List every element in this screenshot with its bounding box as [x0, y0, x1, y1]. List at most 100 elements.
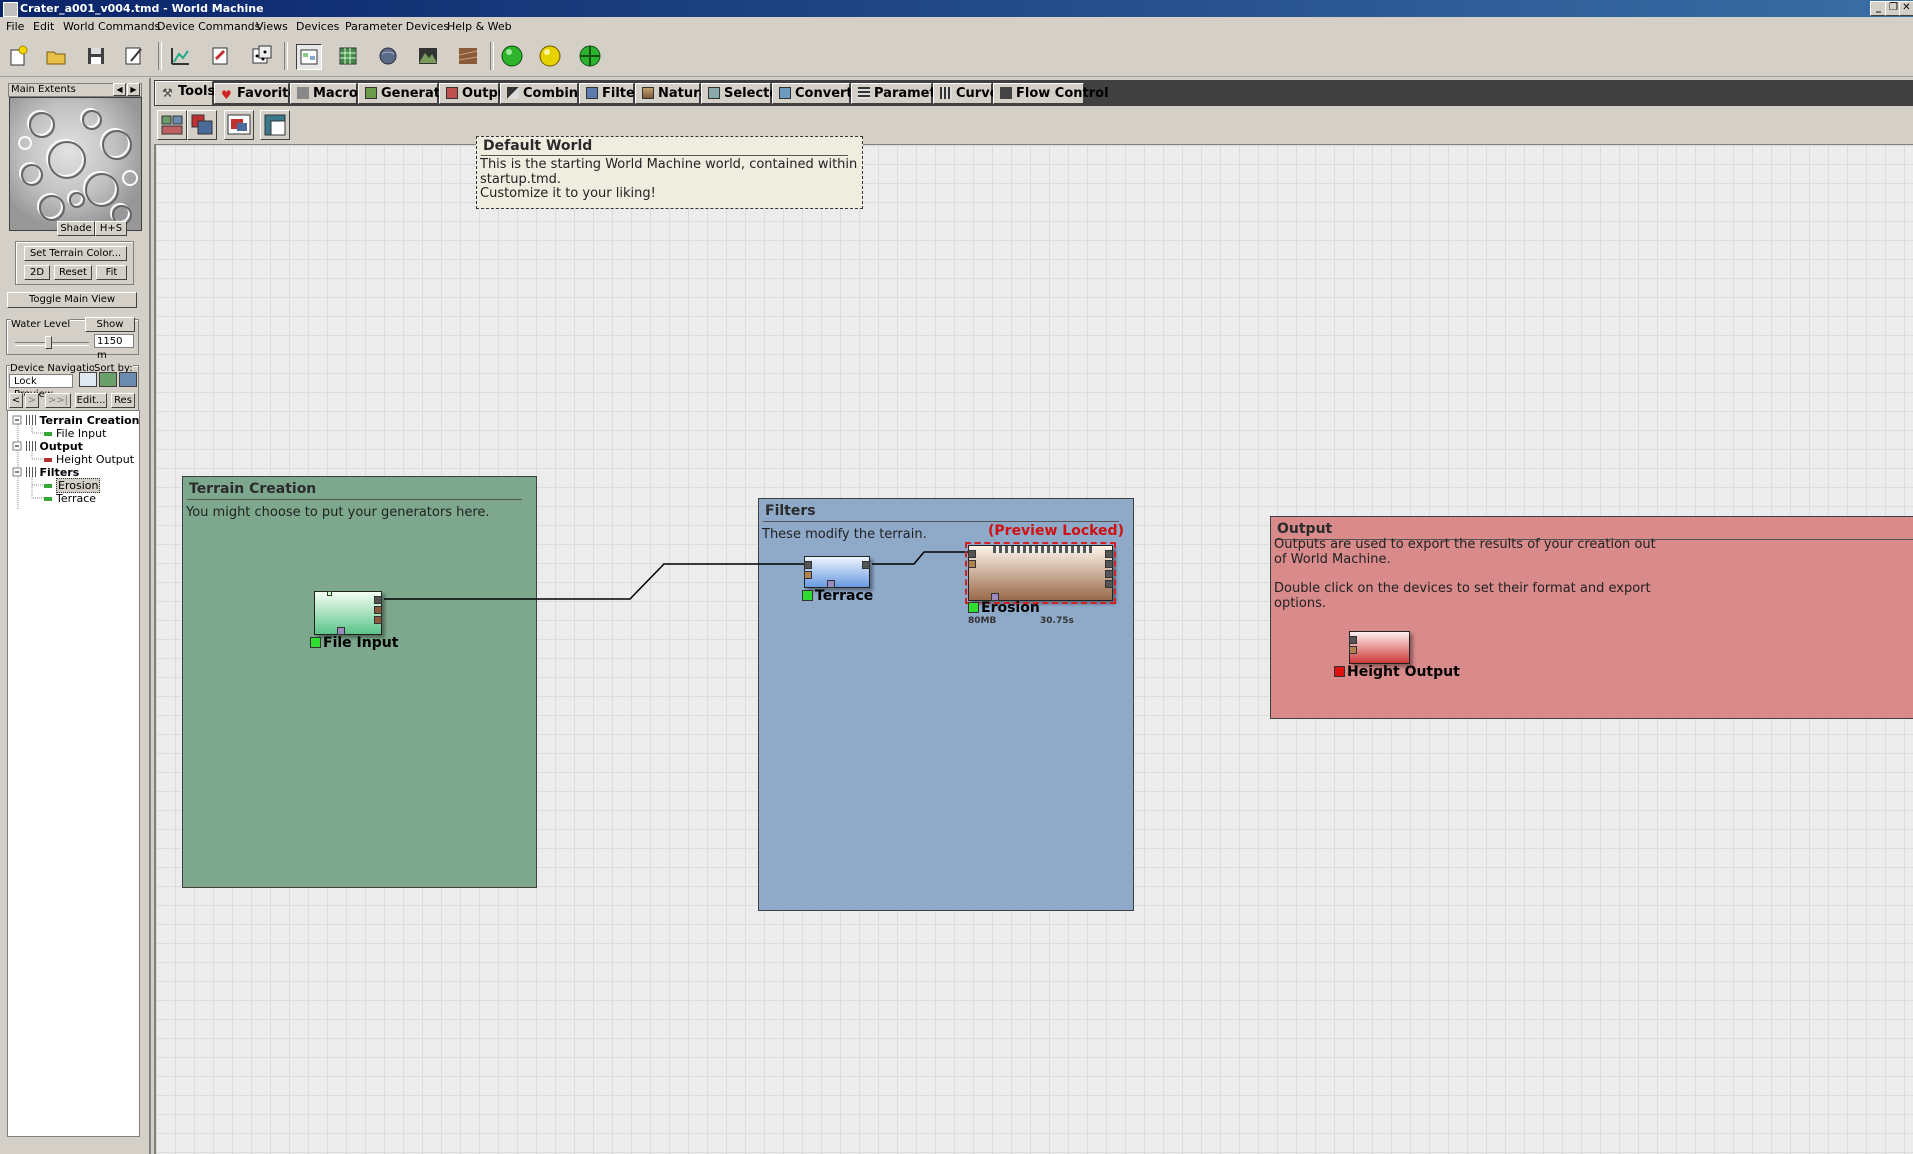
input-port[interactable] [804, 561, 812, 569]
input-port[interactable] [804, 571, 812, 579]
tree-item-erosion[interactable]: Erosion [44, 478, 101, 493]
wire-file-input-to-terrace[interactable] [384, 563, 812, 600]
parameter-port[interactable] [827, 580, 835, 588]
parameter-port[interactable] [337, 627, 345, 635]
sort-group-icon[interactable] [119, 372, 137, 387]
new-file-icon[interactable] [6, 44, 30, 68]
output-port[interactable] [374, 616, 382, 624]
water-level-group: Water Level Show 1150 m [6, 317, 139, 361]
graph-icon[interactable] [168, 44, 192, 68]
toggle-main-view-button[interactable]: Toggle Main View [7, 292, 137, 308]
edit-icon[interactable] [208, 44, 232, 68]
tree-item-file-input[interactable]: File Input [44, 427, 106, 440]
input-port[interactable] [968, 550, 976, 558]
menu-edit[interactable]: Edit [33, 20, 54, 33]
nav-prev-button[interactable]: < [9, 393, 23, 408]
erosion-label: Erosion [968, 600, 1040, 616]
menu-device-commands[interactable]: Device Commands [157, 20, 260, 33]
output-port[interactable] [1105, 560, 1113, 568]
water-level-slider-thumb[interactable] [45, 336, 53, 349]
menu-parameter-devices[interactable]: Parameter Devices [345, 20, 449, 33]
output-port[interactable] [374, 606, 382, 614]
tree-item-height-output[interactable]: Height Output [44, 453, 134, 466]
shade-button[interactable]: Shade [57, 221, 95, 236]
preview-next-button[interactable]: ▶ [127, 83, 140, 96]
height-output-device[interactable] [1349, 631, 1410, 664]
hs-button[interactable]: H+S [95, 221, 127, 236]
terrain-preview-image[interactable] [9, 97, 142, 231]
input-port[interactable] [1349, 646, 1357, 654]
view-2d-button[interactable]: 2D [24, 265, 50, 280]
tab-flow-control[interactable]: Flow Control [993, 83, 1109, 104]
preview-prev-button[interactable]: ◀ [113, 83, 126, 96]
tab-macros[interactable]: Macros [290, 83, 366, 104]
tab-natural[interactable]: Natural [635, 83, 713, 104]
group-icon [26, 415, 36, 425]
output-port[interactable] [862, 561, 870, 569]
tab-parameter[interactable]: Parameter [851, 83, 951, 104]
tab-output[interactable]: Output [439, 83, 513, 104]
wire-terrace-to-erosion[interactable] [872, 551, 968, 565]
open-folder-icon[interactable] [44, 44, 68, 68]
tab-converter[interactable]: Converter [772, 83, 868, 104]
note-tool-icon[interactable] [224, 110, 254, 140]
nav-next-button[interactable]: > [25, 393, 39, 408]
menu-devices[interactable]: Devices [296, 20, 339, 33]
edit-button[interactable]: Edit... [75, 393, 107, 408]
sort-type-icon[interactable] [99, 372, 117, 387]
terrace-device[interactable] [804, 556, 870, 588]
close-button[interactable]: ✕ [1899, 1, 1913, 16]
input-port[interactable] [1349, 636, 1357, 644]
tab-tools[interactable]: ⚒ Tools [155, 81, 215, 105]
water-level-input[interactable]: 1150 m [94, 334, 134, 361]
device-name: Erosion [981, 600, 1040, 616]
input-port[interactable] [968, 560, 976, 568]
tree-item-label: File Input [56, 427, 107, 440]
menu-help-web[interactable]: Help & Web [447, 20, 512, 33]
device-workspace[interactable]: Default World This is the starting World… [154, 136, 1913, 1154]
routing-tool-icon[interactable] [260, 110, 290, 140]
world-view-icon[interactable] [376, 44, 400, 68]
device-view-icon[interactable] [296, 44, 322, 70]
wizard-icon[interactable] [122, 44, 146, 68]
fit-button[interactable]: Fit [96, 265, 127, 280]
water-show-button[interactable]: Show [85, 317, 135, 332]
tab-combiner[interactable]: Combiner [500, 83, 593, 104]
menu-file[interactable]: File [6, 20, 24, 33]
reset-button[interactable]: Reset [54, 265, 92, 280]
build-globe-icon[interactable] [578, 44, 602, 68]
sort-list-icon[interactable] [79, 372, 97, 387]
texture-view-icon[interactable] [456, 44, 480, 68]
set-terrain-color-button[interactable]: Set Terrain Color... [24, 246, 127, 261]
macro-tool-icon[interactable] [187, 110, 217, 140]
output-port[interactable] [1105, 580, 1113, 588]
output-port[interactable] [1105, 570, 1113, 578]
device-tree: Terrain Creation File Input Output Heigh… [7, 410, 140, 1137]
menu-world-commands[interactable]: World Commands [63, 20, 160, 33]
tab-favorites[interactable]: ♥ Favorites [214, 83, 305, 104]
filter-icon [586, 87, 598, 99]
file-input-device[interactable] [314, 591, 382, 635]
toolbar-separator [490, 42, 494, 70]
dice-icon[interactable] [250, 44, 274, 68]
tab-curve[interactable]: Curve [933, 83, 999, 104]
lock-preview-field[interactable]: Lock Preview [9, 374, 73, 400]
nav-last-button[interactable]: >>| [45, 393, 71, 408]
tree-group-terrain-creation[interactable]: Terrain Creation [26, 414, 140, 427]
res-button[interactable]: Res [111, 393, 135, 408]
menu-views[interactable]: Views [256, 20, 288, 33]
tree-item-terrace[interactable]: Terrace [44, 492, 96, 505]
erosion-device[interactable] [965, 542, 1116, 604]
output-port[interactable] [374, 596, 382, 604]
tab-generator[interactable]: Generator [358, 83, 455, 104]
build-yellow-icon[interactable] [538, 44, 562, 68]
output-port[interactable] [1105, 550, 1113, 558]
save-disk-icon[interactable] [84, 44, 108, 68]
group-tool-icon[interactable] [157, 110, 187, 140]
tree-group-output[interactable]: Output [26, 440, 83, 453]
build-green-icon[interactable] [500, 44, 524, 68]
terrain-view-icon[interactable] [416, 44, 440, 68]
layout-view-icon[interactable] [336, 44, 360, 68]
tab-selector[interactable]: Selector [701, 83, 785, 104]
tab-filter[interactable]: Filter [579, 83, 641, 104]
